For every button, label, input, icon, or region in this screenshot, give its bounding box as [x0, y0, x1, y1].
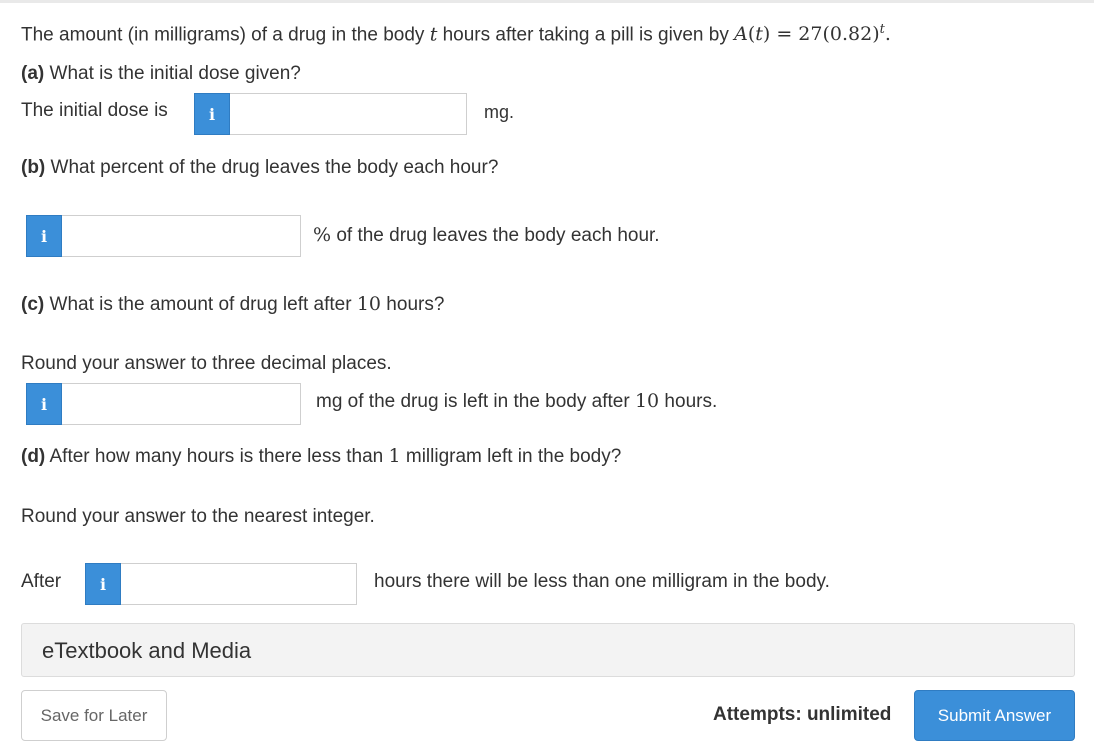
formula: A(t) = 27(0.82)t. — [734, 22, 891, 46]
part-d-question-text: After how many hours is there less than — [45, 446, 389, 467]
formula-lhs: A — [734, 23, 748, 46]
part-a-info-icon[interactable]: i — [194, 93, 230, 135]
top-divider — [0, 0, 1094, 3]
part-a-answer-input[interactable] — [230, 93, 467, 135]
part-c-suffix-end: hours. — [659, 391, 718, 412]
part-b-suffix: % of the drug leaves the body each hour. — [313, 224, 660, 247]
part-a-unit: mg. — [484, 102, 515, 122]
part-c-hours-number: 10 — [356, 293, 382, 315]
formula-arg: t — [755, 23, 763, 46]
part-a-question-text: What is the initial dose given? — [44, 63, 301, 84]
intro-text: The amount (in milligrams) of a drug in … — [21, 24, 430, 46]
attempts-status: Attempts: unlimited — [713, 704, 892, 725]
formula-end: . — [884, 23, 891, 46]
part-a-prefix: The initial dose is — [21, 100, 168, 121]
part-d-info-icon[interactable]: i — [85, 563, 121, 605]
part-c-question-suffix: hours? — [381, 294, 445, 315]
question-intro: The amount (in milligrams) of a drug in … — [21, 18, 891, 46]
formula-rhs: = 27(0.82) — [776, 23, 880, 46]
part-b-info-icon[interactable]: i — [26, 215, 62, 257]
part-d-label: (d) — [21, 446, 46, 467]
part-b-suffix-text: of the drug leaves the body each hour. — [331, 225, 660, 246]
part-d-question: (d) After how many hours is there less t… — [21, 445, 621, 468]
part-d-prefix: After — [21, 571, 62, 592]
etextbook-media-panel[interactable]: eTextbook and Media — [21, 623, 1075, 677]
part-c-answer-input[interactable] — [62, 383, 301, 425]
intro-text-middle: hours after taking a pill is given by — [437, 24, 735, 46]
part-a-question: (a) What is the initial dose given? — [21, 63, 301, 85]
etextbook-media-label: eTextbook and Media — [42, 638, 252, 663]
part-a-label: (a) — [21, 63, 45, 84]
part-b-label: (b) — [21, 157, 46, 178]
percent-symbol: % — [313, 224, 332, 246]
part-c-question-text: What is the amount of drug left after — [44, 294, 357, 315]
part-c-label: (c) — [21, 294, 45, 315]
part-d-question-suffix: milligram left in the body? — [400, 446, 622, 467]
part-d-suffix: hours there will be less than one millig… — [374, 571, 830, 592]
part-d-round-note: Round your answer to the nearest integer… — [21, 506, 375, 527]
save-for-later-button[interactable]: Save for Later — [21, 690, 167, 741]
part-c-suffix-number: 10 — [634, 390, 660, 412]
part-c-suffix-text: mg of the drug is left in the body after — [316, 391, 635, 412]
part-c-round-note: Round your answer to three decimal place… — [21, 353, 392, 374]
part-b-question-text: What percent of the drug leaves the body… — [45, 157, 499, 178]
part-d-number: 1 — [388, 445, 401, 467]
part-c-suffix: mg of the drug is left in the body after… — [316, 390, 717, 413]
part-b-question: (b) What percent of the drug leaves the … — [21, 157, 498, 179]
part-d-answer-input[interactable] — [121, 563, 357, 605]
part-b-answer-input[interactable] — [62, 215, 301, 257]
submit-answer-button[interactable]: Submit Answer — [914, 690, 1075, 741]
part-c-info-icon[interactable]: i — [26, 383, 62, 425]
part-c-question: (c) What is the amount of drug left afte… — [21, 293, 444, 316]
